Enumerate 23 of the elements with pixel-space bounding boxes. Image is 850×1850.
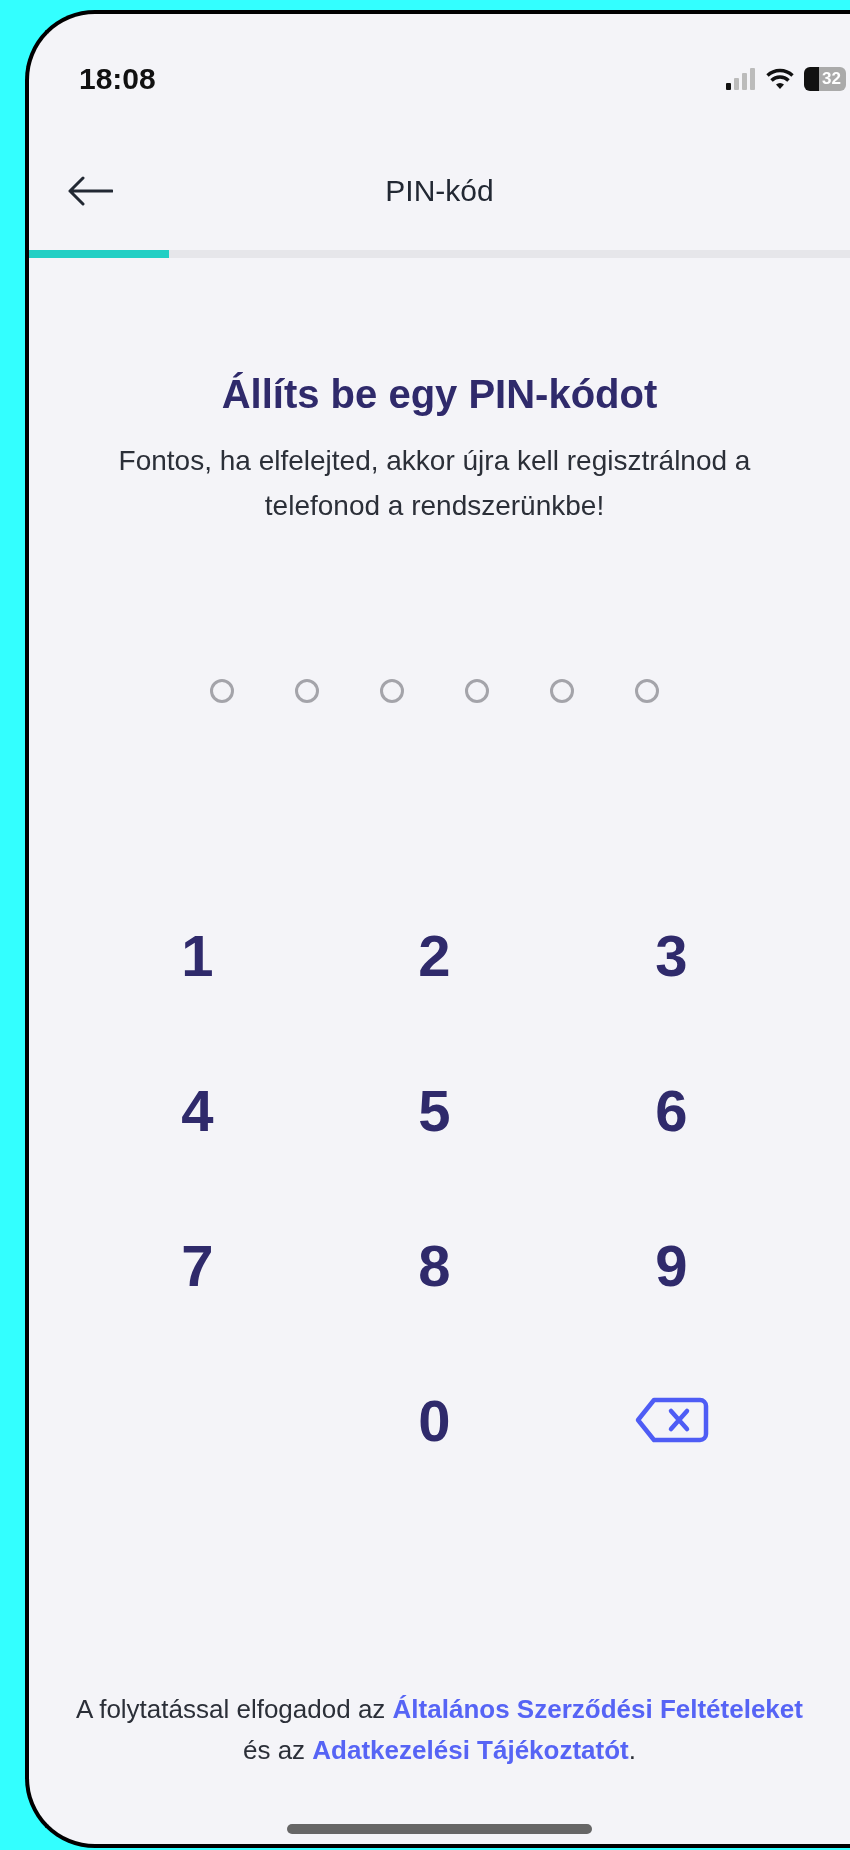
digit-key[interactable]: 5 [359, 1042, 510, 1178]
back-arrow-icon [67, 176, 113, 206]
terms-link[interactable]: Általános Szerződési Feltételeket [392, 1693, 803, 1724]
digit-key[interactable]: 2 [359, 887, 510, 1023]
wifi-icon [766, 68, 794, 90]
battery-level: 32 [804, 67, 846, 91]
status-time: 18:08 [79, 62, 156, 96]
digit-key[interactable]: 4 [122, 1042, 273, 1178]
signal-icon [726, 68, 756, 90]
back-button[interactable] [67, 175, 115, 207]
screen-title: PIN-kód [384, 174, 495, 208]
digit-key[interactable]: 7 [122, 1197, 273, 1333]
page-heading: Állíts be egy PIN-kódot [220, 372, 659, 417]
digit-key[interactable]: 6 [596, 1042, 747, 1178]
digit-key[interactable]: 8 [359, 1197, 510, 1333]
digit-key[interactable]: 1 [122, 887, 273, 1023]
page-description: Fontos, ha elfelejted, akkor újra kell regisztrálnod a telefonod a rendszerünkbe! [117, 444, 752, 523]
backspace-icon [633, 1397, 710, 1444]
terms-notice: A folytatással elfogadod az Általános Szerződési Feltételeket és az Adatkezelési Tájékoztatót. [75, 1692, 804, 1768]
digit-key[interactable]: 3 [596, 887, 747, 1023]
digit-key[interactable]: 9 [596, 1197, 747, 1333]
digit-key[interactable]: 0 [359, 1352, 510, 1488]
terms-link[interactable]: Adatkezelési Tájékoztatót [312, 1735, 629, 1766]
